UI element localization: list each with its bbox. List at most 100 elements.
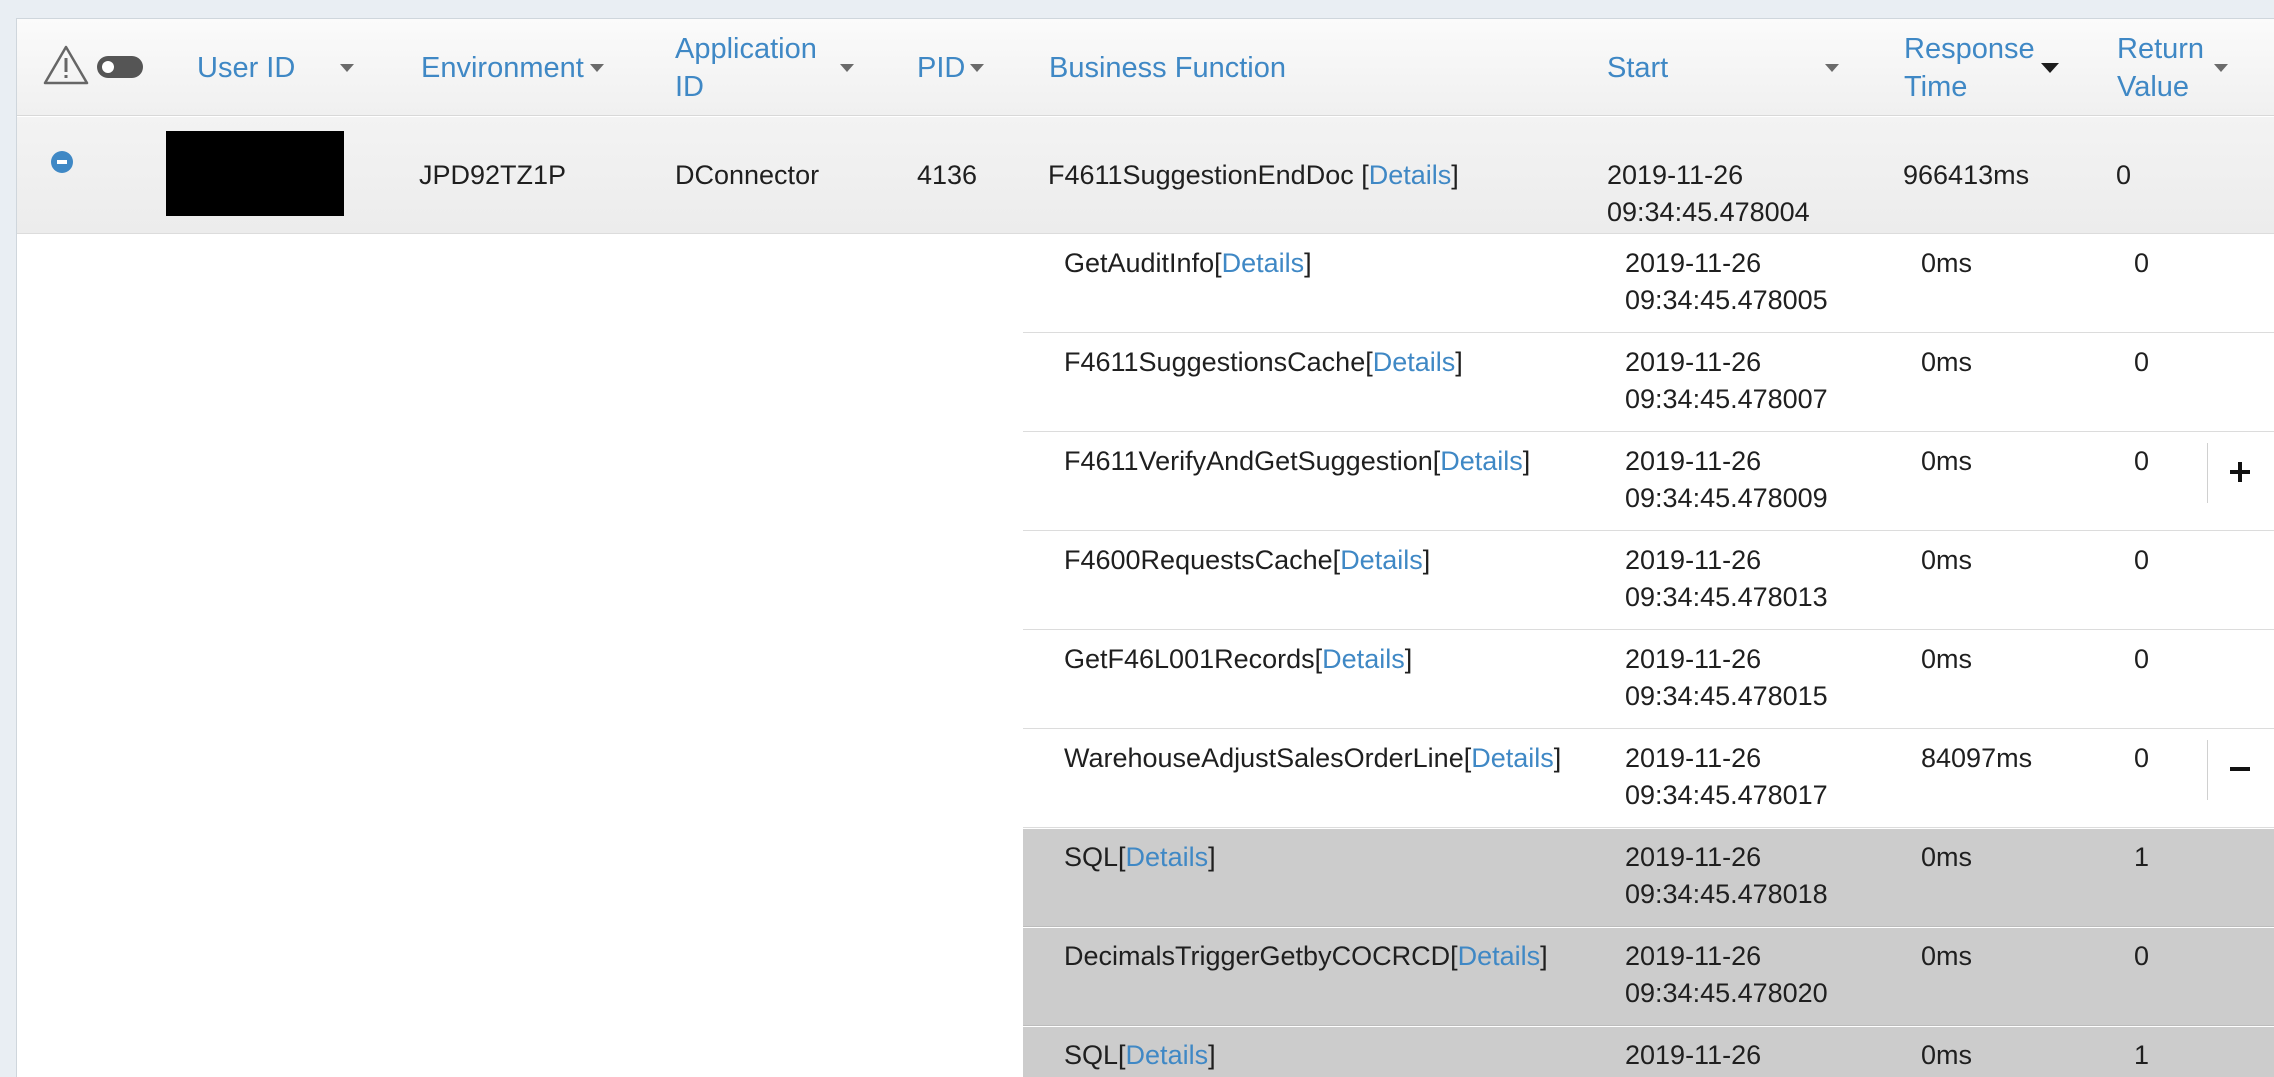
sub-row-return: 0 <box>2134 644 2150 674</box>
column-business-function[interactable]: Business Function <box>1049 19 1286 116</box>
business-function-name: F4611SuggestionEndDoc <box>1048 160 1362 190</box>
details-bracket-open: [ <box>1365 347 1373 377</box>
sub-row-response: 0ms <box>1921 842 1973 872</box>
sub-row[interactable]: F4611VerifyAndGetSuggestion[Details] 201… <box>1023 433 2274 531</box>
details-bracket-open: [ <box>1118 842 1126 872</box>
sub-row-return: 0 <box>2134 545 2150 575</box>
details-link[interactable]: Details <box>1471 743 1554 773</box>
start-time: 09:34:45.478018 <box>1625 879 1828 909</box>
column-response-time[interactable]: Response Time <box>1904 19 2035 116</box>
column-start-label: Start <box>1607 51 1669 84</box>
table-header: User ID Environment Application ID PID B… <box>17 19 2274 116</box>
details-bracket-close: ] <box>1304 248 1312 278</box>
details-link[interactable]: Details <box>1222 248 1305 278</box>
sub-row-start: 2019-11-26 09:34:45.478015 <box>1625 641 1828 715</box>
column-return-value-label-2: Value <box>2117 70 2190 103</box>
sub-row-response: 0ms <box>1921 941 1973 971</box>
column-environment-label: Environment <box>421 51 584 84</box>
sub-row-start: 2019-11-26 <box>1625 1037 1761 1074</box>
start-value: 2019-11-26 09:34:45.478004 <box>1607 157 1810 231</box>
sub-row-return: 1 <box>2134 1040 2150 1070</box>
business-function-value: F4611SuggestionEndDoc [Details] <box>1048 157 1459 194</box>
sub-row-return: 0 <box>2134 941 2150 971</box>
sub-row[interactable]: GetF46L001Records[Details] 2019-11-26 09:… <box>1023 631 2274 729</box>
sub-row[interactable]: GetAuditInfo[Details] 2019-11-26 09:34:45… <box>1023 235 2274 333</box>
chevron-down-icon <box>589 63 604 72</box>
column-user-id-label: User ID <box>197 51 296 84</box>
toggle-icon[interactable] <box>97 56 143 78</box>
sub-row-return: 0 <box>2134 248 2150 278</box>
details-link[interactable]: Details <box>1126 1040 1209 1070</box>
sub-row-nested[interactable]: DecimalsTriggerGetbyCOCRCD[Details] 2019… <box>1023 928 2274 1026</box>
details-link[interactable]: Details <box>1340 545 1423 575</box>
sub-row[interactable]: WarehouseAdjustSalesOrderLine[Details] 2… <box>1023 730 2274 828</box>
details-link[interactable]: Details <box>1440 446 1523 476</box>
details-link[interactable]: Details <box>1458 941 1541 971</box>
sub-row-start: 2019-11-26 09:34:45.478013 <box>1625 542 1828 616</box>
sub-row-function: GetAuditInfo[Details] <box>1064 245 1312 282</box>
sub-row-response: 0ms <box>1921 1040 1973 1070</box>
function-name: GetAuditInfo <box>1064 248 1215 278</box>
collapse-icon[interactable] <box>51 151 73 173</box>
details-bracket-open: [ <box>1361 160 1369 190</box>
sub-row[interactable]: F4600RequestsCache[Details] 2019-11-26 09… <box>1023 532 2274 630</box>
sub-row-function: GetF46L001Records[Details] <box>1064 641 1412 678</box>
column-user-id[interactable]: User ID <box>197 19 295 116</box>
column-application-id-label: Application <box>675 32 817 65</box>
sub-row-start: 2019-11-26 09:34:45.478009 <box>1625 443 1828 517</box>
chevron-down-icon[interactable] <box>2214 64 2228 72</box>
sub-row-response: 0ms <box>1921 545 1973 575</box>
column-start[interactable]: Start <box>1607 19 1668 116</box>
start-time: 09:34:45.478007 <box>1625 384 1828 414</box>
details-bracket-close: ] <box>1455 347 1463 377</box>
sub-row-function: F4600RequestsCache[Details] <box>1064 542 1430 579</box>
column-response-time-label-2: Time <box>1904 70 1968 103</box>
sub-row-response: 0ms <box>1921 446 1973 476</box>
column-application-id[interactable]: Application ID <box>675 19 817 116</box>
sub-row-return: 0 <box>2134 743 2150 773</box>
details-link[interactable]: Details <box>1369 160 1452 190</box>
details-link[interactable]: Details <box>1322 644 1405 674</box>
start-date: 2019-11-26 <box>1625 446 1762 476</box>
sub-row-nested[interactable]: SQL[Details] 2019-11-26 0ms 1 <box>1023 1027 2274 1077</box>
sub-row-nested[interactable]: SQL[Details] 2019-11-26 09:34:45.478018 0… <box>1023 829 2274 927</box>
details-bracket-open: [ <box>1450 941 1458 971</box>
details-link[interactable]: Details <box>1126 842 1209 872</box>
sort-desc-icon[interactable] <box>2041 63 2059 73</box>
column-pid[interactable]: PID <box>917 19 985 116</box>
function-name: DecimalsTriggerGetbyCOCRCD <box>1064 941 1451 971</box>
column-return-value[interactable]: Return Value <box>2117 19 2204 116</box>
table-row[interactable]: JPD92TZ1P DConnector 4136 F4611Suggestio… <box>17 117 2274 234</box>
chevron-down-icon[interactable] <box>840 64 854 72</box>
minus-icon[interactable] <box>2207 740 2274 800</box>
response-time-value: 966413ms <box>1903 160 2030 190</box>
function-name: SQL <box>1064 842 1119 872</box>
sub-row-response: 0ms <box>1921 347 1973 377</box>
sub-row-return: 0 <box>2134 446 2150 476</box>
details-bracket-open: [ <box>1214 248 1222 278</box>
sub-row[interactable]: F4611SuggestionsCache[Details] 2019-11-2… <box>1023 334 2274 432</box>
redacted-user-id <box>166 131 344 216</box>
chevron-down-icon[interactable] <box>340 64 354 72</box>
warning-icon[interactable] <box>43 44 89 86</box>
details-link[interactable]: Details <box>1373 347 1456 377</box>
sub-row-response: 84097ms <box>1921 743 2033 773</box>
details-bracket-open: [ <box>1118 1040 1126 1070</box>
details-bracket-close: ] <box>1522 446 1531 476</box>
details-bracket-close: ] <box>1404 644 1413 674</box>
plus-icon[interactable] <box>2207 443 2274 503</box>
chevron-down-icon <box>970 63 985 72</box>
pid-value: 4136 <box>917 160 978 190</box>
sub-row-function: F4611SuggestionsCache[Details] <box>1064 344 1463 381</box>
sub-row-function: DecimalsTriggerGetbyCOCRCD[Details] <box>1064 938 1548 975</box>
sub-row-function: WarehouseAdjustSalesOrderLine[Details] <box>1064 740 1561 777</box>
function-name: GetF46L001Records <box>1064 644 1315 674</box>
start-date: 2019-11-26 <box>1607 160 1744 190</box>
start-time: 09:34:45.478013 <box>1625 582 1828 612</box>
function-name: F4600RequestsCache <box>1064 545 1333 575</box>
column-environment[interactable]: Environment <box>421 19 604 116</box>
details-bracket-close: ] <box>1553 743 1562 773</box>
start-date: 2019-11-26 <box>1625 644 1762 674</box>
chevron-down-icon[interactable] <box>1825 64 1839 72</box>
function-name: SQL <box>1064 1040 1119 1070</box>
